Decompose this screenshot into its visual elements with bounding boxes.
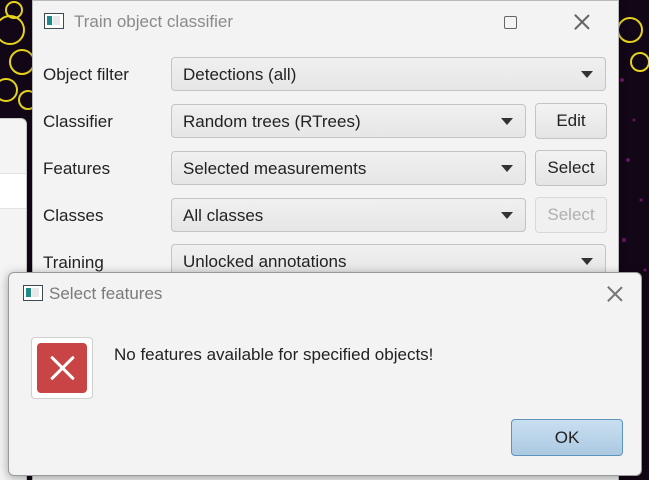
object-filter-dropdown[interactable]: Detections (all) (171, 57, 606, 91)
dialog-close-button[interactable] (603, 282, 627, 306)
dialog-titlebar[interactable]: Select features (9, 273, 641, 315)
classifier-edit-button[interactable]: Edit (535, 103, 607, 139)
dialog-message: No features available for specified obje… (114, 345, 434, 364)
object-filter-label: Object filter (43, 65, 129, 84)
chevron-down-icon (501, 165, 513, 172)
maximize-icon (503, 15, 517, 29)
training-label: Training (43, 253, 104, 272)
maximize-button[interactable] (487, 1, 533, 43)
classes-label: Classes (43, 206, 104, 225)
close-icon (607, 286, 623, 302)
close-icon (574, 14, 590, 30)
app-window-icon (23, 285, 43, 301)
features-value: Selected measurements (183, 159, 367, 178)
training-value: Unlocked annotations (183, 252, 347, 271)
object-filter-value: Detections (all) (183, 65, 297, 84)
main-titlebar[interactable]: Train object classifier (33, 1, 618, 43)
classes-select-button: Select (535, 197, 607, 233)
main-window-title: Train object classifier (74, 12, 234, 31)
features-label: Features (43, 159, 111, 178)
background-window-strip (0, 173, 26, 209)
error-icon (31, 337, 93, 399)
classes-dropdown[interactable]: All classes (171, 198, 526, 232)
classes-value: All classes (183, 206, 264, 225)
chevron-down-icon (581, 71, 593, 78)
error-x-icon (37, 343, 87, 393)
classifier-label: Classifier (43, 112, 113, 131)
features-select-button[interactable]: Select (535, 150, 607, 186)
app-window-icon (44, 13, 64, 29)
chevron-down-icon (581, 258, 593, 265)
chevron-down-icon (501, 118, 513, 125)
features-dropdown[interactable]: Selected measurements (171, 151, 526, 185)
ok-button[interactable]: OK (511, 419, 623, 456)
classifier-value: Random trees (RTrees) (183, 112, 361, 131)
close-button[interactable] (559, 1, 605, 43)
select-features-dialog: Select features No features available fo… (8, 272, 642, 476)
dialog-title: Select features (49, 284, 163, 303)
classifier-dropdown[interactable]: Random trees (RTrees) (171, 104, 526, 138)
chevron-down-icon (501, 212, 513, 219)
